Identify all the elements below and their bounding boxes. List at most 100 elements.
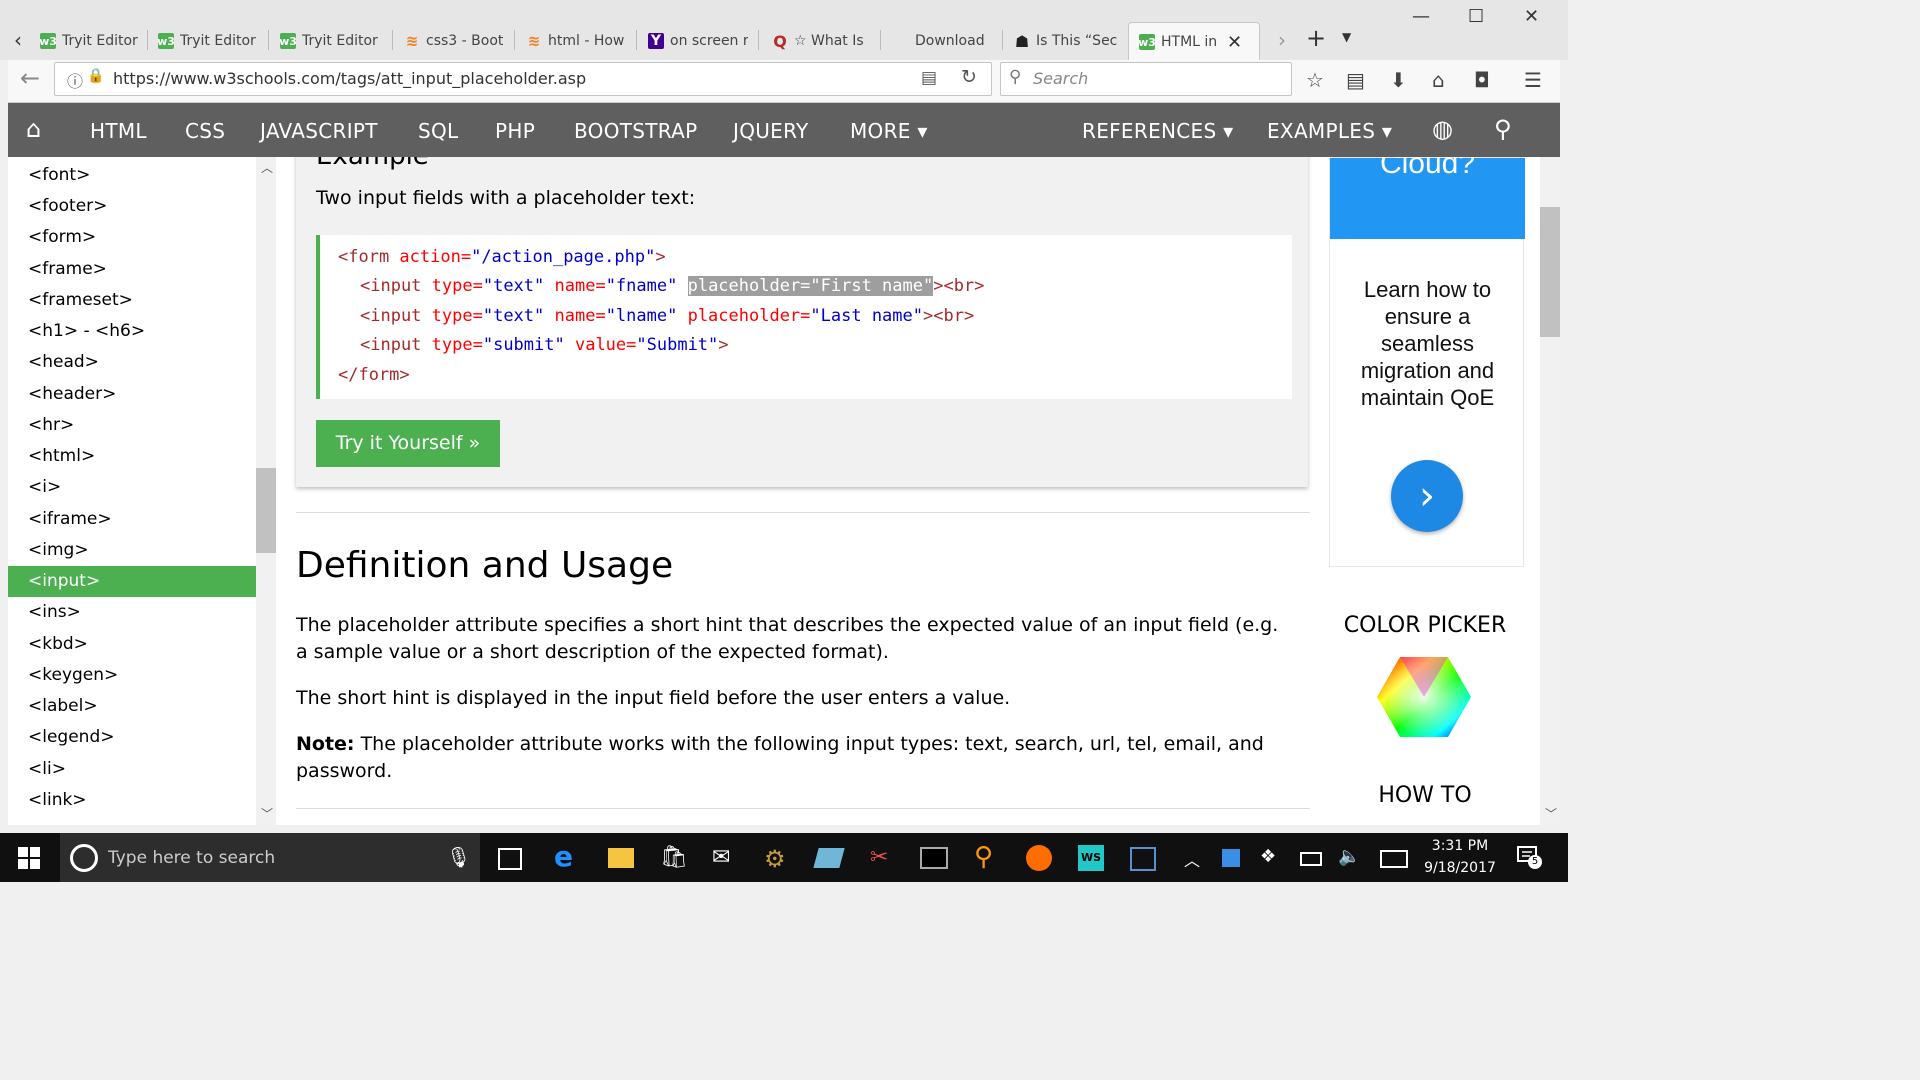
- nav-php[interactable]: PHP: [495, 119, 535, 143]
- taskbar-search-box[interactable]: Type here to search 🎙: [60, 833, 480, 882]
- settings-gear-icon[interactable]: ⚙: [764, 845, 790, 873]
- nav-html[interactable]: HTML: [90, 119, 147, 143]
- tab-list-dropdown-icon[interactable]: ▼: [1342, 30, 1351, 44]
- battery-icon[interactable]: [1300, 852, 1322, 866]
- sidebar-item[interactable]: <iframe>: [8, 504, 256, 535]
- maximize-icon[interactable]: ☐: [1468, 6, 1484, 27]
- page-scrollbar[interactable]: ﹀: [1540, 157, 1560, 825]
- nav-bootstrap[interactable]: BOOTSTRAP: [574, 119, 698, 143]
- tray-app-icon[interactable]: [1222, 849, 1240, 867]
- sidebar-item[interactable]: <header>: [8, 379, 256, 410]
- info-icon[interactable]: ⓘ: [67, 68, 83, 92]
- browser-tab[interactable]: w3 Tryit Editor: [280, 24, 380, 58]
- browser-tab[interactable]: ☗ Is This “Sec: [1014, 24, 1118, 58]
- ad-arrow-button[interactable]: ›: [1391, 460, 1463, 532]
- nav-more[interactable]: MORE ▾: [850, 119, 928, 143]
- terminal-icon[interactable]: [920, 847, 948, 869]
- app-window-icon[interactable]: [1130, 847, 1156, 871]
- sidebar-item[interactable]: <head>: [8, 347, 256, 378]
- keyboard-icon[interactable]: [1380, 850, 1408, 868]
- nav-javascript[interactable]: JAVASCRIPT: [260, 119, 378, 143]
- browser-tab-active[interactable]: w3 HTML in ✕: [1128, 22, 1260, 61]
- firefox-icon[interactable]: [1026, 845, 1052, 871]
- notifications-icon[interactable]: 5: [1516, 845, 1542, 869]
- store-icon[interactable]: 🛍: [660, 845, 688, 871]
- edge-icon[interactable]: e: [554, 840, 580, 873]
- sidebar-item[interactable]: <footer>: [8, 191, 256, 222]
- app-icon[interactable]: [813, 848, 845, 868]
- sidebar-item[interactable]: <kbd>: [8, 629, 256, 660]
- browser-tab[interactable]: ≋ css3 - Boot: [404, 24, 504, 58]
- nav-references[interactable]: REFERENCES ▾: [1082, 119, 1233, 143]
- close-tab-icon[interactable]: ✕: [1227, 32, 1242, 53]
- hamburger-menu-icon[interactable]: ☰: [1524, 68, 1542, 92]
- dropbox-icon[interactable]: ❖: [1260, 846, 1286, 872]
- home-icon[interactable]: ⌂: [26, 115, 42, 143]
- sidebar-item[interactable]: <hr>: [8, 410, 256, 441]
- url-text[interactable]: https://www.w3schools.com/tags/att_input…: [113, 69, 586, 88]
- sidebar-item[interactable]: <legend>: [8, 722, 256, 753]
- sidebar-item[interactable]: <form>: [8, 222, 256, 253]
- scroll-down-icon[interactable]: ﹀: [1545, 805, 1557, 822]
- try-it-yourself-button[interactable]: Try it Yourself »: [316, 420, 500, 467]
- search-icon[interactable]: ⚲: [1494, 115, 1512, 143]
- nav-css[interactable]: CSS: [185, 119, 225, 143]
- download-icon[interactable]: ⬇: [1390, 68, 1407, 92]
- reader-view-icon[interactable]: ▤: [921, 68, 937, 88]
- sidebar-item[interactable]: <h1> - <h6>: [8, 316, 256, 347]
- url-bar[interactable]: ⓘ 🔒 https://www.w3schools.com/tags/att_i…: [54, 62, 992, 96]
- advertisement[interactable]: Cloud? Learn how to ensure a seamless mi…: [1329, 157, 1525, 567]
- scrollbar-thumb[interactable]: [256, 468, 276, 553]
- nav-examples[interactable]: EXAMPLES ▾: [1267, 119, 1392, 143]
- search-tool-icon[interactable]: ⚲: [974, 842, 1000, 872]
- show-hidden-icons[interactable]: ︿: [1184, 847, 1210, 873]
- volume-icon[interactable]: 🔈: [1338, 846, 1364, 872]
- bookmark-star-icon[interactable]: ☆: [1306, 68, 1324, 92]
- close-window-icon[interactable]: ✕: [1524, 6, 1539, 27]
- taskbar-time[interactable]: 3:31 PM: [1420, 838, 1500, 854]
- nav-jquery[interactable]: JQUERY: [733, 119, 809, 143]
- minimize-icon[interactable]: —: [1412, 6, 1430, 27]
- browser-tab[interactable]: Y on screen r: [648, 24, 748, 58]
- browser-tab[interactable]: w3 Tryit Editor: [158, 24, 258, 58]
- sidebar-item[interactable]: <label>: [8, 691, 256, 722]
- new-tab-icon[interactable]: +: [1306, 24, 1326, 52]
- browser-tab[interactable]: w3 Tryit Editor: [40, 24, 140, 58]
- pocket-icon[interactable]: ◘: [1474, 68, 1490, 92]
- library-icon[interactable]: ▤: [1346, 68, 1365, 92]
- mail-icon[interactable]: ✉: [712, 845, 738, 871]
- scroll-up-icon[interactable]: ︿: [261, 159, 273, 176]
- taskbar-date[interactable]: 9/18/2017: [1420, 860, 1500, 876]
- browser-tab[interactable]: ≋ html - How: [526, 24, 626, 58]
- browser-tab[interactable]: Download: [892, 24, 992, 58]
- sidebar-item[interactable]: <keygen>: [8, 660, 256, 691]
- sidebar-item-active[interactable]: <input>: [8, 566, 256, 597]
- home-icon[interactable]: ⌂: [1432, 68, 1445, 92]
- color-wheel-icon[interactable]: [1376, 655, 1472, 743]
- task-view-icon[interactable]: [498, 848, 522, 870]
- snipping-tool-icon[interactable]: ✂: [870, 845, 896, 871]
- tab-scroll-right-icon[interactable]: ›: [1278, 28, 1286, 52]
- scroll-down-icon[interactable]: ﹀: [261, 805, 273, 822]
- sidebar-scrollbar[interactable]: ︿ ﹀: [256, 157, 276, 825]
- sidebar-item[interactable]: <font>: [8, 160, 256, 191]
- sidebar-item[interactable]: <ins>: [8, 597, 256, 628]
- browser-tab[interactable]: Q ☆ What Is: [772, 24, 872, 58]
- sidebar-item[interactable]: <i>: [8, 472, 256, 503]
- microphone-icon[interactable]: 🎙: [446, 845, 471, 869]
- search-input[interactable]: ⚲ Search: [1000, 62, 1292, 96]
- file-explorer-icon[interactable]: [608, 848, 634, 868]
- sidebar-item[interactable]: <html>: [8, 441, 256, 472]
- sidebar-item[interactable]: <frame>: [8, 254, 256, 285]
- reload-icon[interactable]: ↻: [961, 66, 977, 88]
- nav-sql[interactable]: SQL: [418, 119, 458, 143]
- sidebar-item[interactable]: <frameset>: [8, 285, 256, 316]
- sidebar-item[interactable]: <img>: [8, 535, 256, 566]
- tab-scroll-left-icon[interactable]: ‹: [14, 28, 22, 52]
- windows-start-icon[interactable]: [18, 847, 40, 873]
- scrollbar-thumb[interactable]: [1540, 207, 1560, 337]
- back-arrow-icon[interactable]: ←: [20, 64, 40, 92]
- sidebar-item[interactable]: <link>: [8, 785, 256, 816]
- globe-icon[interactable]: ◍: [1432, 115, 1453, 143]
- sidebar-item[interactable]: <li>: [8, 754, 256, 785]
